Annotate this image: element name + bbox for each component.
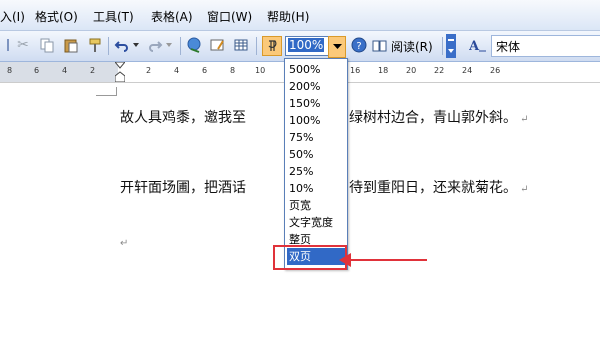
toolbar-options-icon[interactable] [446, 34, 456, 58]
menu-format[interactable]: 格式(O) [35, 8, 78, 25]
doc-line-1a: 故人具鸡黍，邀我至 [120, 110, 246, 126]
tables-borders-icon[interactable] [208, 36, 226, 54]
ruler-number: 8 [7, 66, 13, 75]
cut-icon[interactable]: ✂ [14, 36, 32, 54]
svg-text:?: ? [356, 41, 361, 52]
doc-line-2b: 待到重阳日，还来就菊花。 ↵ [349, 180, 529, 196]
ruler-number: 22 [434, 66, 445, 75]
ruler-number: 18 [378, 66, 389, 75]
ruler-number: 20 [406, 66, 417, 75]
paragraph-mark-icon: ↵ [517, 114, 529, 125]
ruler-number: 4 [62, 66, 68, 75]
zoom-dropdown-list: 500% 200% 150% 100% 75% 50% 25% 10% 页宽 文… [284, 58, 348, 270]
read-button-label: 阅读(R) [391, 39, 433, 54]
undo-icon[interactable] [113, 36, 131, 54]
zoom-option[interactable]: 25% [287, 163, 345, 180]
zoom-option[interactable]: 75% [287, 129, 345, 146]
zoom-option[interactable]: 页宽 [287, 197, 345, 214]
indent-marker-icon[interactable] [113, 61, 127, 85]
annotation-arrow-icon [339, 253, 351, 267]
zoom-option[interactable]: 200% [287, 78, 345, 95]
format-painter-icon[interactable] [86, 36, 104, 54]
annotation-arrow-line [349, 259, 427, 261]
annotation-highlight-box [273, 245, 347, 270]
menu-bar: 入(I) 格式(O) 工具(T) 表格(A) 窗口(W) 帮助(H) [0, 0, 600, 31]
zoom-option[interactable]: 10% [287, 180, 345, 197]
menu-table[interactable]: 表格(A) [151, 8, 193, 25]
doc-line-2a: 开轩面场圃，把酒话 [120, 180, 246, 196]
paragraph-mark-icon: ↵ [517, 184, 529, 195]
hyperlink-icon[interactable] [186, 36, 204, 54]
zoom-option[interactable]: 100% [287, 112, 345, 129]
book-icon [372, 40, 387, 52]
font-name-value: 宋体 [496, 40, 521, 54]
ruler-number: 24 [462, 66, 473, 75]
menu-help[interactable]: 帮助(H) [267, 8, 309, 25]
toolbar-separator [256, 37, 257, 55]
ruler-number: 6 [202, 66, 208, 75]
menu-tools[interactable]: 工具(T) [93, 8, 134, 25]
read-button[interactable]: 阅读(R) [372, 37, 433, 55]
ruler-number: 2 [90, 66, 96, 75]
toolbar-separator [180, 37, 181, 55]
page-corner-mark [96, 87, 117, 96]
zoom-value: 100% [288, 38, 325, 52]
undo-dropdown-icon[interactable] [131, 36, 141, 54]
redo-icon[interactable] [146, 36, 164, 54]
toolbar-separator [108, 37, 109, 55]
toolbar-separator [442, 37, 443, 55]
styles-icon[interactable]: A [469, 36, 487, 54]
font-name-combobox[interactable]: 宋体 [491, 35, 600, 57]
ruler-number: 8 [230, 66, 236, 75]
zoom-option[interactable]: 500% [287, 61, 345, 78]
insert-table-icon[interactable] [232, 36, 250, 54]
show-hide-marks-icon[interactable] [262, 36, 282, 56]
ruler-number: 6 [34, 66, 40, 75]
zoom-option[interactable]: 50% [287, 146, 345, 163]
ruler-number: 16 [350, 66, 361, 75]
zoom-option[interactable]: 150% [287, 95, 345, 112]
zoom-dropdown-button[interactable] [328, 36, 346, 58]
zoom-option[interactable]: 文字宽度 [287, 214, 345, 231]
help-icon[interactable]: ? [350, 36, 368, 54]
menu-insert[interactable]: 入(I) [0, 8, 25, 25]
svg-text:A: A [469, 39, 480, 53]
copy-icon[interactable] [38, 36, 56, 54]
chevron-down-icon [332, 44, 342, 49]
redo-dropdown-icon[interactable] [164, 36, 174, 54]
paste-icon[interactable] [62, 36, 80, 54]
ruler-number: 26 [490, 66, 501, 75]
ruler-number: 10 [255, 66, 266, 75]
paragraph-mark-icon: ↵ [120, 238, 129, 249]
ruler-margin-area [0, 62, 118, 82]
menu-window[interactable]: 窗口(W) [207, 8, 252, 25]
doc-line-1b: 绿树村边合，青山郭外斜。 ↵ [349, 110, 529, 126]
ruler-number: 4 [174, 66, 180, 75]
ruler-number: 2 [146, 66, 152, 75]
